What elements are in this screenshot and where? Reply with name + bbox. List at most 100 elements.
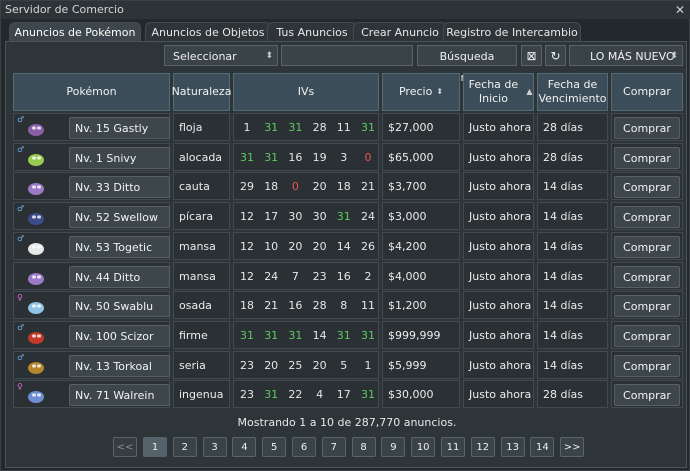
pokemon-name-button[interactable]: Nv. 44 Ditto: [69, 265, 170, 288]
page-button-5[interactable]: 5: [262, 437, 287, 457]
header-price[interactable]: Precio ⬍: [382, 73, 460, 111]
template-select[interactable]: Seleccionar Plantilla: [164, 45, 278, 84]
header-nature[interactable]: Naturaleza: [172, 73, 231, 111]
pokemon-name-button[interactable]: Nv. 1 Snivy: [69, 146, 170, 169]
iv-value: 31: [240, 150, 254, 164]
page-button-13[interactable]: 13: [500, 437, 525, 457]
advanced-search-button[interactable]: Búsqueda Avanzada: [417, 45, 517, 84]
buy-button[interactable]: Comprar: [614, 117, 680, 139]
page-button-14[interactable]: 14: [530, 437, 555, 457]
iv-value: 20: [312, 239, 327, 253]
page-button-12[interactable]: 12: [470, 437, 495, 457]
pokemon-name-button[interactable]: Nv. 100 Scizor: [69, 324, 170, 347]
start-date-cell: Justo ahora: [463, 380, 534, 409]
page-button-7[interactable]: 7: [321, 437, 346, 457]
page-button-10[interactable]: 10: [411, 437, 436, 457]
buy-button[interactable]: Comprar: [614, 265, 680, 288]
expiry-date-cell: 28 días: [537, 142, 608, 171]
buy-button[interactable]: Comprar: [614, 384, 680, 407]
swellow-icon: [25, 207, 47, 227]
tab-trade-log[interactable]: Registro de Intercambio: [443, 22, 581, 42]
next-page-button[interactable]: >>: [560, 437, 585, 457]
iv-value: 31: [264, 388, 279, 402]
iv-value: 29: [240, 180, 254, 194]
buy-button[interactable]: Comprar: [614, 354, 680, 377]
price-cell: $3,700: [382, 172, 460, 201]
page-button-1[interactable]: 1: [143, 437, 167, 457]
iv-value: 23: [312, 269, 327, 283]
iv-value: 19: [312, 150, 327, 164]
buy-cell: Comprar: [611, 380, 683, 409]
listing-count: Mostrando 1 a 10 de 287,770 anuncios.: [237, 416, 457, 429]
start-date-cell: Justo ahora: [463, 231, 534, 260]
header-start-date[interactable]: Fecha de Inicio ▲: [463, 73, 534, 111]
pokemon-name-button[interactable]: Nv. 53 Togetic: [69, 235, 170, 258]
iv-value: 16: [336, 269, 351, 283]
buy-button[interactable]: Comprar: [614, 295, 680, 318]
ivs-cell: 12 24 7 23 16 2: [233, 261, 379, 290]
iv-value: 17: [264, 210, 279, 224]
table-row: Nv. 44 Ditto mansa 12 24 7 23 16 2 $4,000 Justo a…: [13, 261, 683, 290]
ivs-cell: 12 17 30 30 31 24: [233, 202, 379, 231]
refresh-icon[interactable]: ↻: [545, 45, 566, 66]
pokemon-name-button[interactable]: Nv. 50 Swablu: [69, 295, 170, 318]
expiry-date-cell: 14 días: [537, 172, 608, 201]
page-button-3[interactable]: 3: [202, 437, 227, 457]
ditto-icon: [25, 267, 47, 287]
pokemon-cell: ♂ Nv. 52 Swellow: [13, 202, 170, 231]
buy-button[interactable]: Comprar: [614, 324, 680, 347]
iv-value: 18: [240, 299, 254, 313]
iv-value: 24: [264, 269, 279, 283]
male-icon: ♂: [17, 204, 25, 214]
tab-label: Anuncios de Objetos: [151, 26, 265, 39]
price-cell: $65,000: [382, 142, 460, 171]
page-button-11[interactable]: 11: [441, 437, 465, 457]
search-input[interactable]: [281, 45, 413, 66]
iv-value: 12: [240, 239, 254, 253]
header-pokemon[interactable]: Pokémon: [13, 73, 170, 111]
header-expiry-date[interactable]: Fecha de Vencimiento: [537, 73, 608, 111]
tab-label: Anuncios de Pokémon: [14, 26, 136, 39]
tab-pokemon-listings[interactable]: Anuncios de Pokémon: [9, 22, 141, 42]
pokemon-name-button[interactable]: Nv. 71 Walrein: [69, 384, 170, 407]
iv-value: 31: [288, 121, 303, 134]
iv-value: 31: [361, 328, 375, 342]
pokemon-cell: ♀ Nv. 50 Swablu: [13, 291, 170, 320]
buy-button[interactable]: Comprar: [614, 206, 680, 229]
iv-value: 25: [288, 358, 303, 372]
nature-cell: firme: [173, 320, 230, 349]
ivs-cell: 12 10 20 20 14 26: [233, 231, 379, 260]
sort-select[interactable]: LO MÁS NUEVO: [569, 45, 683, 67]
ivs-cell: 1 31 31 28 11 31: [233, 113, 379, 141]
prev-page-button[interactable]: <<: [113, 437, 137, 457]
pokemon-cell: ♂ Nv. 1 Snivy: [13, 142, 170, 171]
buy-button[interactable]: Comprar: [614, 146, 680, 169]
table-row: ♀ Nv. 71 Walrein ingenua 23 31 22 4 17 31 $30,000…: [13, 380, 683, 409]
page-button-6[interactable]: 6: [292, 437, 316, 457]
scizor-icon: [25, 326, 47, 346]
pokemon-name-button[interactable]: Nv. 15 Gastly: [69, 117, 170, 139]
pokemon-name-button[interactable]: Nv. 52 Swellow: [69, 206, 170, 229]
page-button-9[interactable]: 9: [381, 437, 406, 457]
start-date-cell: Justo ahora: [463, 350, 534, 379]
header-buy: Comprar: [611, 73, 683, 111]
close-icon[interactable]: ✕: [673, 1, 687, 19]
header-label: Pokémon: [66, 85, 117, 98]
nature-cell: alocada: [173, 142, 230, 171]
pokemon-name-button[interactable]: Nv. 13 Torkoal: [69, 354, 170, 377]
header-ivs[interactable]: IVs: [233, 73, 379, 111]
price-cell: $30,000: [382, 380, 460, 409]
ivs-cell: 23 31 22 4 17 31: [233, 380, 379, 409]
page-button-2[interactable]: 2: [172, 437, 197, 457]
page-button-4[interactable]: 4: [232, 437, 257, 457]
price-cell: $27,000: [382, 113, 460, 141]
buy-button[interactable]: Comprar: [614, 235, 680, 258]
tab-create-listing[interactable]: Crear Anuncio: [353, 22, 447, 42]
tab-item-listings[interactable]: Anuncios de Objetos: [145, 22, 271, 42]
iv-value: 30: [312, 210, 327, 224]
clear-filter-icon[interactable]: ⊠: [521, 45, 542, 66]
page-button-8[interactable]: 8: [351, 437, 376, 457]
pokemon-name-button[interactable]: Nv. 33 Ditto: [69, 176, 170, 199]
tab-your-listings[interactable]: Tus Anuncios: [267, 22, 357, 42]
buy-button[interactable]: Comprar: [614, 176, 680, 199]
